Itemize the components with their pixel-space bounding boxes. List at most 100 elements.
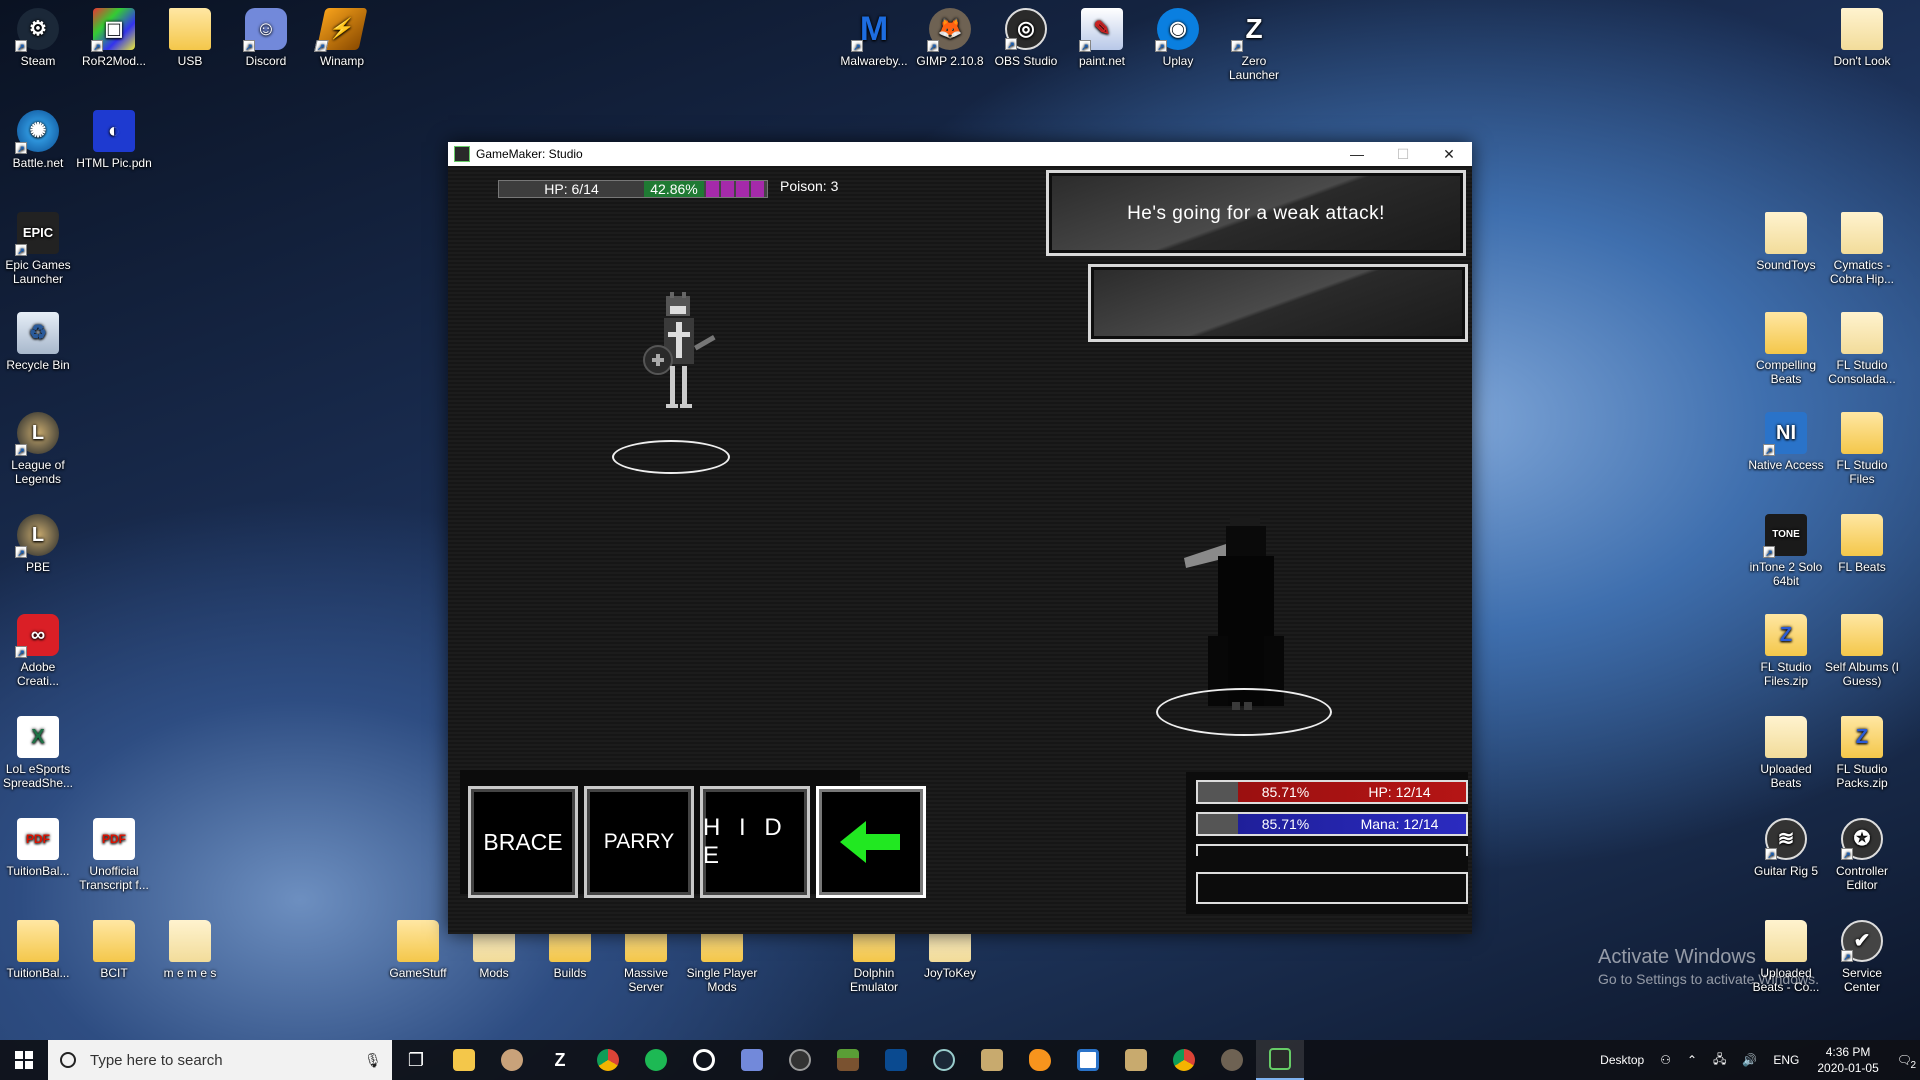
taskbar-battlenet[interactable]	[872, 1040, 920, 1080]
icon-label: Guitar Rig 5	[1753, 864, 1819, 878]
desktop-icon-flbeats[interactable]: FL Beats	[1824, 514, 1900, 574]
desktop-icon-flfileszip[interactable]: Z FL Studio Files.zip	[1748, 614, 1824, 688]
native-instruments-icon	[1077, 1049, 1099, 1071]
taskbar-minecraft[interactable]	[824, 1040, 872, 1080]
desktop-icon-flpackszip[interactable]: Z FL Studio Packs.zip	[1824, 716, 1900, 790]
desktop-icon-adobe[interactable]: ∞ ↗ Adobe Creati...	[0, 614, 76, 688]
desktop-icon-gimp[interactable]: 🦊 ↗ GIMP 2.10.8	[912, 8, 988, 68]
desktop-icon-flconsolada[interactable]: FL Studio Consolada...	[1824, 312, 1900, 386]
clock[interactable]: 4:36 PM 2020-01-05	[1807, 1044, 1888, 1076]
icon-label: Single Player Mods	[686, 966, 758, 994]
desktop-icon-lolesports[interactable]: X LoL eSports SpreadShe...	[0, 716, 76, 790]
desktop-icon-controllereditor[interactable]: ✪ ↗ Controller Editor	[1824, 818, 1900, 892]
desktop-icon-obs[interactable]: ◎ ↗ OBS Studio	[988, 8, 1064, 68]
taskbar-native-instruments[interactable]	[1064, 1040, 1112, 1080]
window-titlebar[interactable]: GameMaker: Studio — ☐ ✕	[448, 142, 1472, 166]
uplay-icon: ◉ ↗	[1155, 8, 1199, 52]
desktop-icon-htmlpic[interactable]: ◐ HTML Pic.pdn	[76, 110, 152, 170]
start-button[interactable]	[0, 1040, 48, 1080]
taskbar-chrome[interactable]	[584, 1040, 632, 1080]
desktop-icon-winamp[interactable]: ⚡ ↗ Winamp	[304, 8, 380, 68]
desktop-icon-uploadedbeats[interactable]: Uploaded Beats	[1748, 716, 1824, 790]
desktop-icon-malwarebytes[interactable]: M ↗ Malwareby...	[836, 8, 912, 68]
volume-icon[interactable]: 🔊	[1734, 1053, 1765, 1067]
taskbar-league[interactable]	[968, 1040, 1016, 1080]
desktop-icon-tuition1[interactable]: PDF TuitionBal...	[0, 818, 76, 878]
taskbar-gimp[interactable]	[1208, 1040, 1256, 1080]
desktop-toolbar-label[interactable]: Desktop	[1592, 1053, 1652, 1067]
taskbar-file-explorer[interactable]	[440, 1040, 488, 1080]
desktop-icon-usb[interactable]: USB	[152, 8, 228, 68]
desktop-icon-steam[interactable]: ⚙ ↗ Steam	[0, 8, 76, 68]
hide-button[interactable]: H I D E	[700, 786, 810, 898]
language-indicator[interactable]: ENG	[1765, 1053, 1807, 1067]
taskbar-league-pbe[interactable]	[1112, 1040, 1160, 1080]
desktop-icon-intone[interactable]: TONE ↗ inTone 2 Solo 64bit	[1748, 514, 1824, 588]
taskbar-chrome-2[interactable]	[1160, 1040, 1208, 1080]
desktop-icon-soundtoys[interactable]: SoundToys	[1748, 212, 1824, 272]
enemy-mana-text: Mana: 12/14	[1360, 816, 1439, 832]
desktop-icon-recycle[interactable]: ♻ Recycle Bin	[0, 312, 76, 372]
system-tray: Desktop ⚇ ⌃ 🖧 🔊 ENG 4:36 PM 2020-01-05 🗨…	[1592, 1040, 1920, 1080]
native-access-icon: NI ↗	[1763, 412, 1807, 456]
desktop-icon-gamestuff[interactable]: GameStuff	[380, 920, 456, 980]
desktop-icon-uplay[interactable]: ◉ ↗ Uplay	[1140, 8, 1216, 68]
desktop-icon-pbe[interactable]: L ↗ PBE	[0, 514, 76, 574]
taskbar-app-2[interactable]	[488, 1040, 536, 1080]
desktop-icon-battlenet[interactable]: ✺ ↗ Battle.net	[0, 110, 76, 170]
taskbar-spotify[interactable]	[632, 1040, 680, 1080]
notification-center-icon[interactable]: 🗨 2	[1889, 1053, 1920, 1071]
search-placeholder: Type here to search	[90, 1051, 223, 1069]
close-button[interactable]: ✕	[1426, 142, 1472, 166]
desktop-icon-discord[interactable]: ☺ ↗ Discord	[228, 8, 304, 68]
maximize-button[interactable]: ☐	[1380, 142, 1426, 166]
show-hidden-icons-chevron[interactable]: ⌃	[1679, 1053, 1705, 1067]
icon-label: Don't Look	[1833, 54, 1891, 68]
secondary-message-box	[1088, 264, 1468, 342]
discord-icon: ☺ ↗	[243, 8, 287, 52]
desktop-icon-lol[interactable]: L ↗ League of Legends	[0, 412, 76, 486]
desktop-icon-tuition2[interactable]: TuitionBal...	[0, 920, 76, 980]
player-hp-bar: HP: 6/14 42.86%	[498, 180, 768, 198]
brace-button[interactable]: BRACE	[468, 786, 578, 898]
poison-segment	[751, 181, 764, 197]
desktop-icon-flfiles[interactable]: FL Studio Files	[1824, 412, 1900, 486]
desktop-icon-transcript[interactable]: PDF Unofficial Transcript f...	[76, 818, 152, 892]
taskbar-discord[interactable]	[728, 1040, 776, 1080]
taskbar-uplay[interactable]	[680, 1040, 728, 1080]
taskbar-steam[interactable]	[920, 1040, 968, 1080]
taskbar-obs[interactable]	[776, 1040, 824, 1080]
back-button[interactable]	[816, 786, 926, 898]
league-pbe-icon: L ↗	[15, 514, 59, 558]
taskbar-fl-studio[interactable]	[1016, 1040, 1064, 1080]
desktop-icon-nativeaccess[interactable]: NI ↗ Native Access	[1748, 412, 1824, 472]
desktop-icon-compelling[interactable]: Compelling Beats	[1748, 312, 1824, 386]
minimize-button[interactable]: —	[1334, 142, 1380, 166]
icon-label: PBE	[25, 560, 50, 574]
gimp-icon	[1221, 1049, 1243, 1071]
desktop-icon-ror2mod[interactable]: ▣ ↗ RoR2Mod...	[76, 8, 152, 68]
taskbar-zero-launcher[interactable]: Z	[536, 1040, 584, 1080]
desktop-icon-memes[interactable]: m e m e s	[152, 920, 228, 980]
taskbar-search-box[interactable]: Type here to search 🎙	[48, 1040, 392, 1080]
microphone-icon[interactable]: 🎙	[364, 1052, 392, 1069]
task-view-button[interactable]: ❐	[392, 1040, 440, 1080]
desktop-icon-servicecenter[interactable]: ✔ ↗ Service Center	[1824, 920, 1900, 994]
desktop-icon-bcit[interactable]: BCIT	[76, 920, 152, 980]
folder-icon	[1841, 212, 1883, 254]
desktop-icon-dontlook[interactable]: Don't Look	[1824, 8, 1900, 68]
desktop-icon-guitarrig[interactable]: ≋ ↗ Guitar Rig 5	[1748, 818, 1824, 878]
player-hp-percent: 42.86%	[644, 181, 704, 197]
icon-label: Uplay	[1162, 54, 1194, 68]
network-icon[interactable]: 🖧	[1705, 1050, 1734, 1071]
desktop-icon-epic[interactable]: EPIC ↗ Epic Games Launcher	[0, 212, 76, 286]
parry-button[interactable]: PARRY	[584, 786, 694, 898]
desktop-icon-cymatics[interactable]: Cymatics - Cobra Hip...	[1824, 212, 1900, 286]
desktop-icon-paintnet[interactable]: ✎ ↗ paint.net	[1064, 8, 1140, 68]
game-canvas[interactable]: HP: 6/14 42.86% Poison: 3 He's going for…	[448, 166, 1472, 934]
taskbar-gamemaker[interactable]	[1256, 1040, 1304, 1080]
desktop-icon-selfalbums[interactable]: Self Albums (I Guess)	[1824, 614, 1900, 688]
icon-label: OBS Studio	[994, 54, 1058, 68]
people-icon[interactable]: ⚇	[1652, 1053, 1679, 1067]
desktop-icon-zero[interactable]: Z ↗ Zero Launcher	[1216, 8, 1292, 83]
